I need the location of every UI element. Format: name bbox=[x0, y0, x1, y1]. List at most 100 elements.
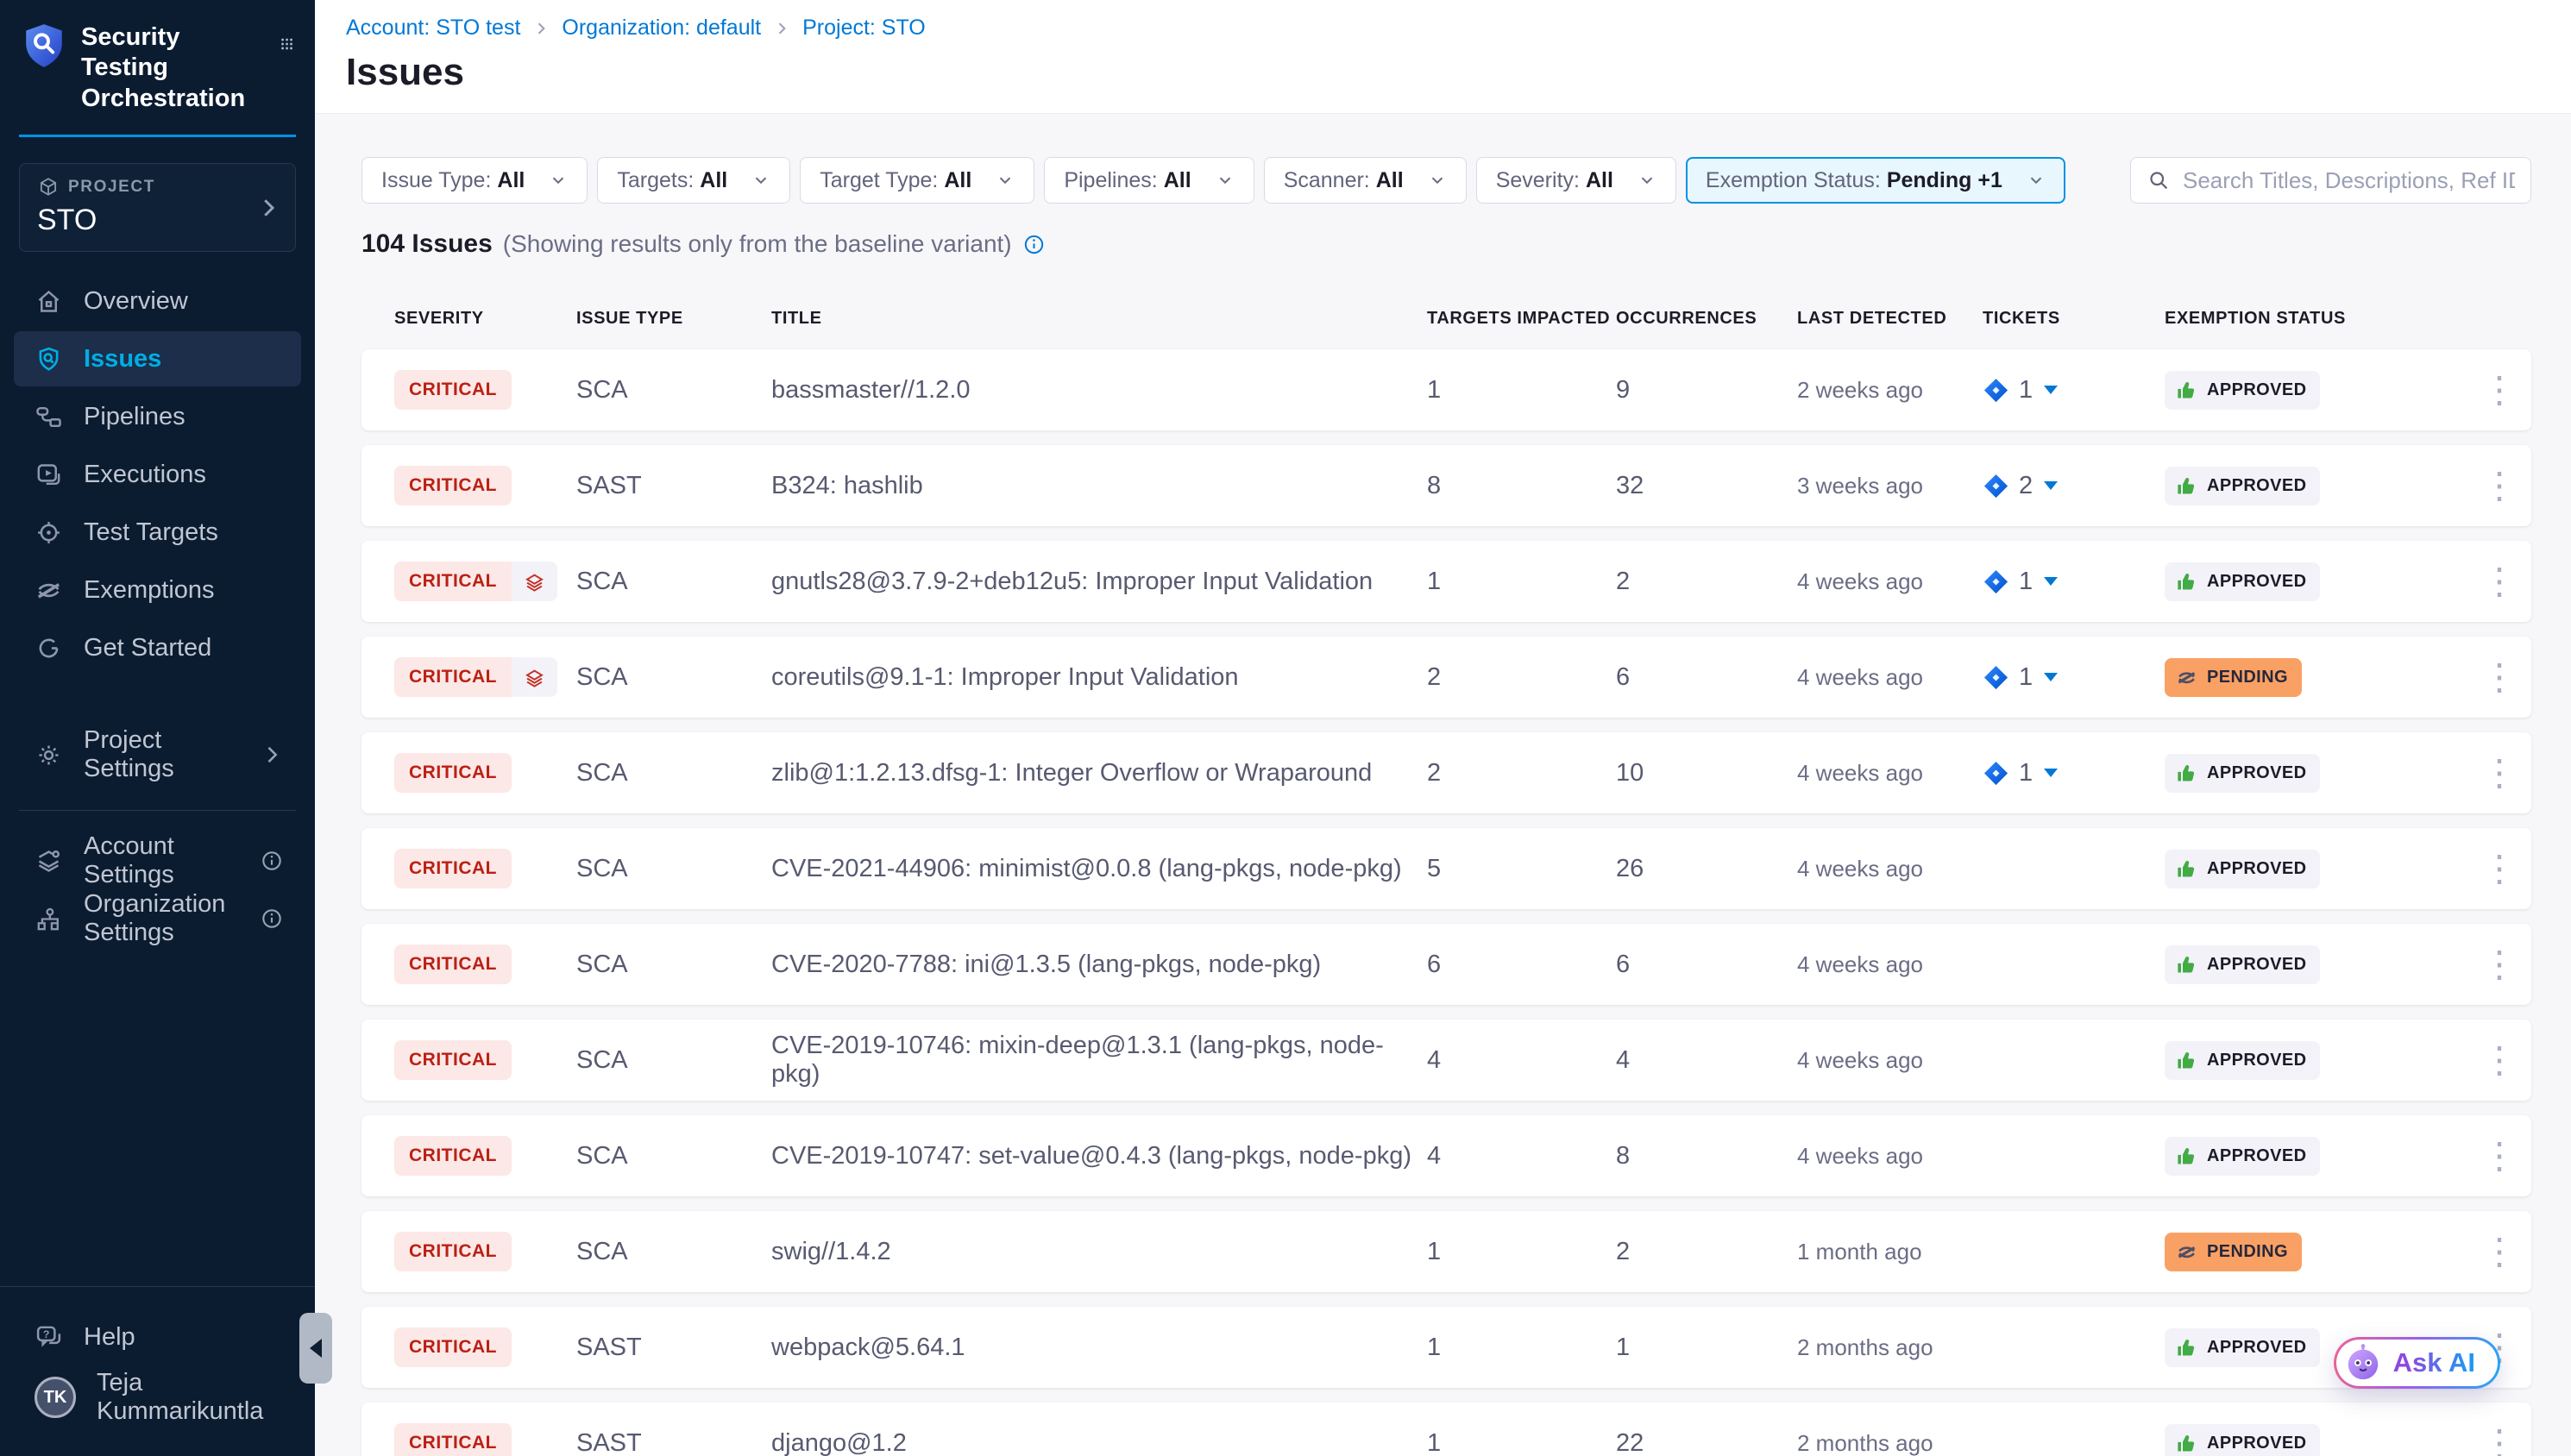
table-row[interactable]: CRITICAL SCA CVE-2021-44906: minimist@0.… bbox=[361, 828, 2531, 909]
filter-targets[interactable]: Targets:All bbox=[597, 157, 790, 204]
ticket-group[interactable]: 2 bbox=[1983, 472, 2165, 500]
row-menu-button[interactable]: ⋮ bbox=[2476, 563, 2518, 599]
sidebar-item-project-settings[interactable]: Project Settings bbox=[14, 727, 301, 782]
filter-target-type[interactable]: Target Type:All bbox=[800, 157, 1034, 204]
caret-down-icon[interactable] bbox=[2042, 670, 2059, 684]
project-name: STO bbox=[37, 204, 278, 237]
table-row[interactable]: CRITICAL SCA CVE-2019-10747: set-value@0… bbox=[361, 1115, 2531, 1196]
filter-pipelines[interactable]: Pipelines:All bbox=[1044, 157, 1254, 204]
search-input[interactable] bbox=[2183, 167, 2515, 194]
collapse-left-arrow-icon bbox=[310, 1339, 322, 1358]
table-row[interactable]: CRITICAL SCA CVE-2020-7788: ini@1.3.5 (l… bbox=[361, 924, 2531, 1005]
row-menu-button[interactable]: ⋮ bbox=[2476, 755, 2518, 791]
col-tickets: TICKETS bbox=[1983, 309, 2165, 329]
ticket-group[interactable]: 1 bbox=[1983, 376, 2165, 405]
ticket-group[interactable]: 1 bbox=[1983, 568, 2165, 596]
organization-settings-icon bbox=[35, 905, 63, 933]
sidebar-collapse-handle[interactable] bbox=[299, 1313, 332, 1384]
issue-type-cell: SCA bbox=[576, 1046, 771, 1075]
info-icon[interactable] bbox=[1022, 233, 1046, 256]
row-menu-button[interactable]: ⋮ bbox=[2476, 1233, 2518, 1270]
severity-cell: CRITICAL bbox=[394, 1040, 576, 1080]
table-row[interactable]: CRITICAL SCA bassmaster//1.2.0 1 9 2 wee… bbox=[361, 349, 2531, 430]
table-row[interactable]: CRITICAL SCA CVE-2019-10746: mixin-deep@… bbox=[361, 1020, 2531, 1101]
sidebar-header: Security Testing Orchestration bbox=[19, 0, 296, 137]
exemption-label: APPROVED bbox=[2207, 955, 2306, 975]
table-row[interactable]: CRITICAL SAST B324: hashlib 8 32 3 weeks… bbox=[361, 445, 2531, 526]
chevron-down-icon bbox=[549, 171, 568, 190]
exemption-label: APPROVED bbox=[2207, 572, 2306, 592]
sidebar-item-account-settings[interactable]: Account Settings bbox=[14, 833, 301, 888]
sidebar-item-get-started[interactable]: Get Started bbox=[14, 620, 301, 675]
sidebar-item-pipelines[interactable]: Pipelines bbox=[14, 389, 301, 444]
filter-severity[interactable]: Severity:All bbox=[1476, 157, 1676, 204]
occurrences-cell: 6 bbox=[1616, 663, 1797, 692]
jira-icon bbox=[1983, 377, 2009, 404]
ticket-count: 1 bbox=[2019, 568, 2033, 596]
caret-down-icon[interactable] bbox=[2042, 383, 2059, 397]
filter-issue-type[interactable]: Issue Type:All bbox=[361, 157, 588, 204]
jira-icon bbox=[1983, 760, 2009, 787]
user-profile[interactable]: TK Teja Kummarikuntla bbox=[14, 1367, 301, 1428]
breadcrumb-organization[interactable]: Organization: default bbox=[562, 16, 761, 41]
last-detected-cell: 2 weeks ago bbox=[1797, 377, 1983, 404]
tickets-cell: 1 bbox=[1983, 568, 2165, 596]
issues-summary: 104 Issues (Showing results only from th… bbox=[361, 229, 2531, 259]
issue-title-cell: swig//1.4.2 bbox=[771, 1238, 1427, 1266]
thumbs-up-icon bbox=[2175, 379, 2198, 402]
caret-down-icon[interactable] bbox=[2042, 479, 2059, 493]
severity-label: CRITICAL bbox=[394, 1136, 512, 1176]
project-label: PROJECT bbox=[37, 176, 278, 198]
sidebar-item-issues[interactable]: Issues bbox=[14, 331, 301, 386]
ticket-group[interactable]: 1 bbox=[1983, 663, 2165, 692]
occurrences-cell: 32 bbox=[1616, 472, 1797, 500]
tickets-cell: 2 bbox=[1983, 472, 2165, 500]
table-row[interactable]: CRITICAL SCA gnutls28@3.7.9-2+deb12u5: I… bbox=[361, 541, 2531, 622]
row-menu-button[interactable]: ⋮ bbox=[2476, 1042, 2518, 1078]
caret-down-icon[interactable] bbox=[2042, 574, 2059, 588]
filter-exemption-status[interactable]: Exemption Status:Pending +1 bbox=[1686, 157, 2065, 204]
row-menu-button[interactable]: ⋮ bbox=[2476, 946, 2518, 982]
row-menu-button[interactable]: ⋮ bbox=[2476, 468, 2518, 504]
table-row[interactable]: CRITICAL SAST django@1.2 1 22 2 months a… bbox=[361, 1403, 2531, 1456]
severity-cell: CRITICAL bbox=[394, 562, 576, 601]
sidebar-item-overview[interactable]: Overview bbox=[14, 273, 301, 329]
severity-badge: CRITICAL bbox=[394, 1327, 512, 1367]
table-header-row: SEVERITY ISSUE TYPE TITLE TARGETS IMPACT… bbox=[361, 309, 2531, 329]
project-selector[interactable]: PROJECT STO bbox=[19, 163, 296, 252]
info-icon[interactable] bbox=[260, 907, 284, 931]
module-grid-icon[interactable] bbox=[280, 29, 294, 59]
breadcrumb-account[interactable]: Account: STO test bbox=[346, 16, 520, 41]
exemption-badge: APPROVED bbox=[2165, 1424, 2320, 1456]
targets-impacted-cell: 4 bbox=[1427, 1142, 1616, 1170]
issue-type-cell: SAST bbox=[576, 472, 771, 500]
exemption-label: APPROVED bbox=[2207, 859, 2306, 879]
row-menu-button[interactable]: ⋮ bbox=[2476, 659, 2518, 695]
exemption-status-cell: APPROVED bbox=[2165, 1424, 2476, 1456]
exemption-status-cell: APPROVED bbox=[2165, 850, 2476, 888]
sidebar-item-organization-settings[interactable]: Organization Settings bbox=[14, 891, 301, 946]
avatar[interactable]: TK bbox=[35, 1377, 76, 1418]
table-row[interactable]: CRITICAL SAST webpack@5.64.1 1 1 2 month… bbox=[361, 1307, 2531, 1388]
table-row[interactable]: CRITICAL SCA swig//1.4.2 1 2 1 month ago… bbox=[361, 1211, 2531, 1292]
issues-count: 104 Issues bbox=[361, 229, 493, 259]
sidebar-item-executions[interactable]: Executions bbox=[14, 447, 301, 502]
info-icon[interactable] bbox=[260, 849, 284, 873]
row-menu-button[interactable]: ⋮ bbox=[2476, 1425, 2518, 1456]
chevron-down-icon bbox=[1216, 171, 1235, 190]
ask-ai-button[interactable]: Ask AI bbox=[2334, 1337, 2500, 1389]
exemption-status-cell: APPROVED bbox=[2165, 467, 2476, 505]
ticket-group[interactable]: 1 bbox=[1983, 759, 2165, 788]
sidebar-item-test-targets[interactable]: Test Targets bbox=[14, 505, 301, 560]
breadcrumb-project[interactable]: Project: STO bbox=[802, 16, 926, 41]
sidebar-item-exemptions[interactable]: Exemptions bbox=[14, 562, 301, 618]
table-row[interactable]: CRITICAL SCA zlib@1:1.2.13.dfsg-1: Integ… bbox=[361, 732, 2531, 813]
caret-down-icon[interactable] bbox=[2042, 766, 2059, 780]
row-menu-button[interactable]: ⋮ bbox=[2476, 850, 2518, 887]
row-menu-button[interactable]: ⋮ bbox=[2476, 1138, 2518, 1174]
row-menu-button[interactable]: ⋮ bbox=[2476, 372, 2518, 408]
exemption-status-cell: PENDING bbox=[2165, 1233, 2476, 1271]
filter-scanner[interactable]: Scanner:All bbox=[1264, 157, 1467, 204]
help-button[interactable]: ? Help bbox=[14, 1309, 301, 1365]
table-row[interactable]: CRITICAL SCA coreutils@9.1-1: Improper I… bbox=[361, 637, 2531, 718]
